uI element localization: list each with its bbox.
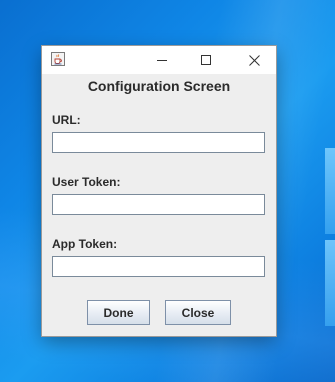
app-token-input[interactable]: [52, 256, 265, 277]
close-icon: [248, 54, 260, 66]
desktop-logo-pane-top: [325, 148, 335, 234]
title-bar[interactable]: [42, 46, 276, 74]
done-button[interactable]: Done: [87, 300, 150, 325]
maximize-icon: [201, 55, 211, 65]
java-cup-icon[interactable]: [51, 52, 65, 66]
window-close-button[interactable]: [232, 46, 276, 74]
desktop-logo-pane-bottom: [325, 240, 335, 326]
url-label: URL:: [52, 113, 81, 127]
minimize-icon: [157, 60, 167, 61]
close-button[interactable]: Close: [165, 300, 231, 325]
url-input[interactable]: [52, 132, 265, 153]
app-token-label: App Token:: [52, 237, 118, 251]
maximize-button[interactable]: [184, 46, 228, 74]
user-token-input[interactable]: [52, 194, 265, 215]
configuration-window: Configuration Screen URL: User Token: Ap…: [42, 46, 276, 336]
minimize-button[interactable]: [140, 46, 184, 74]
dialog-title: Configuration Screen: [87, 78, 231, 94]
user-token-label: User Token:: [52, 175, 121, 189]
